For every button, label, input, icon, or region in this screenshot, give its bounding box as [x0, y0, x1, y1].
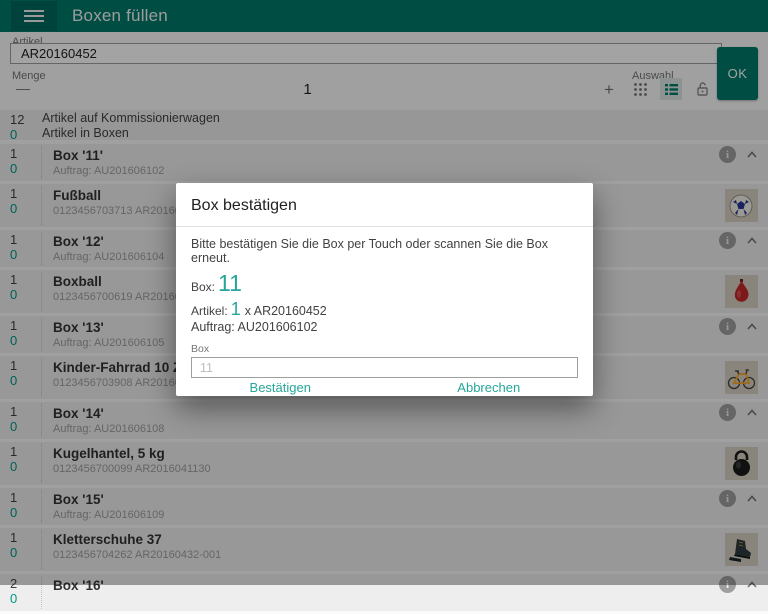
dialog-box-value: 11: [218, 273, 242, 294]
box-scan-input[interactable]: [191, 357, 578, 378]
dialog-auftrag-line: Auftrag: AU201606102: [191, 320, 578, 334]
dialog-artikel-count: 1: [231, 301, 241, 318]
dialog-artikel-label: Artikel:: [191, 304, 228, 318]
dialog-title: Box bestätigen: [176, 183, 593, 226]
dialog-input-label: Box: [191, 343, 578, 355]
item-boxed-count: 0: [10, 591, 17, 606]
confirm-button[interactable]: Bestätigen: [176, 379, 385, 396]
dialog-artikel-code: x AR20160452: [245, 304, 327, 318]
cancel-button[interactable]: Abbrechen: [385, 379, 594, 396]
dialog-box-label: Box:: [191, 280, 215, 294]
confirm-box-dialog: Box bestätigen Bitte bestätigen Sie die …: [176, 183, 593, 396]
dialog-message: Bitte bestätigen Sie die Box per Touch o…: [191, 237, 578, 265]
